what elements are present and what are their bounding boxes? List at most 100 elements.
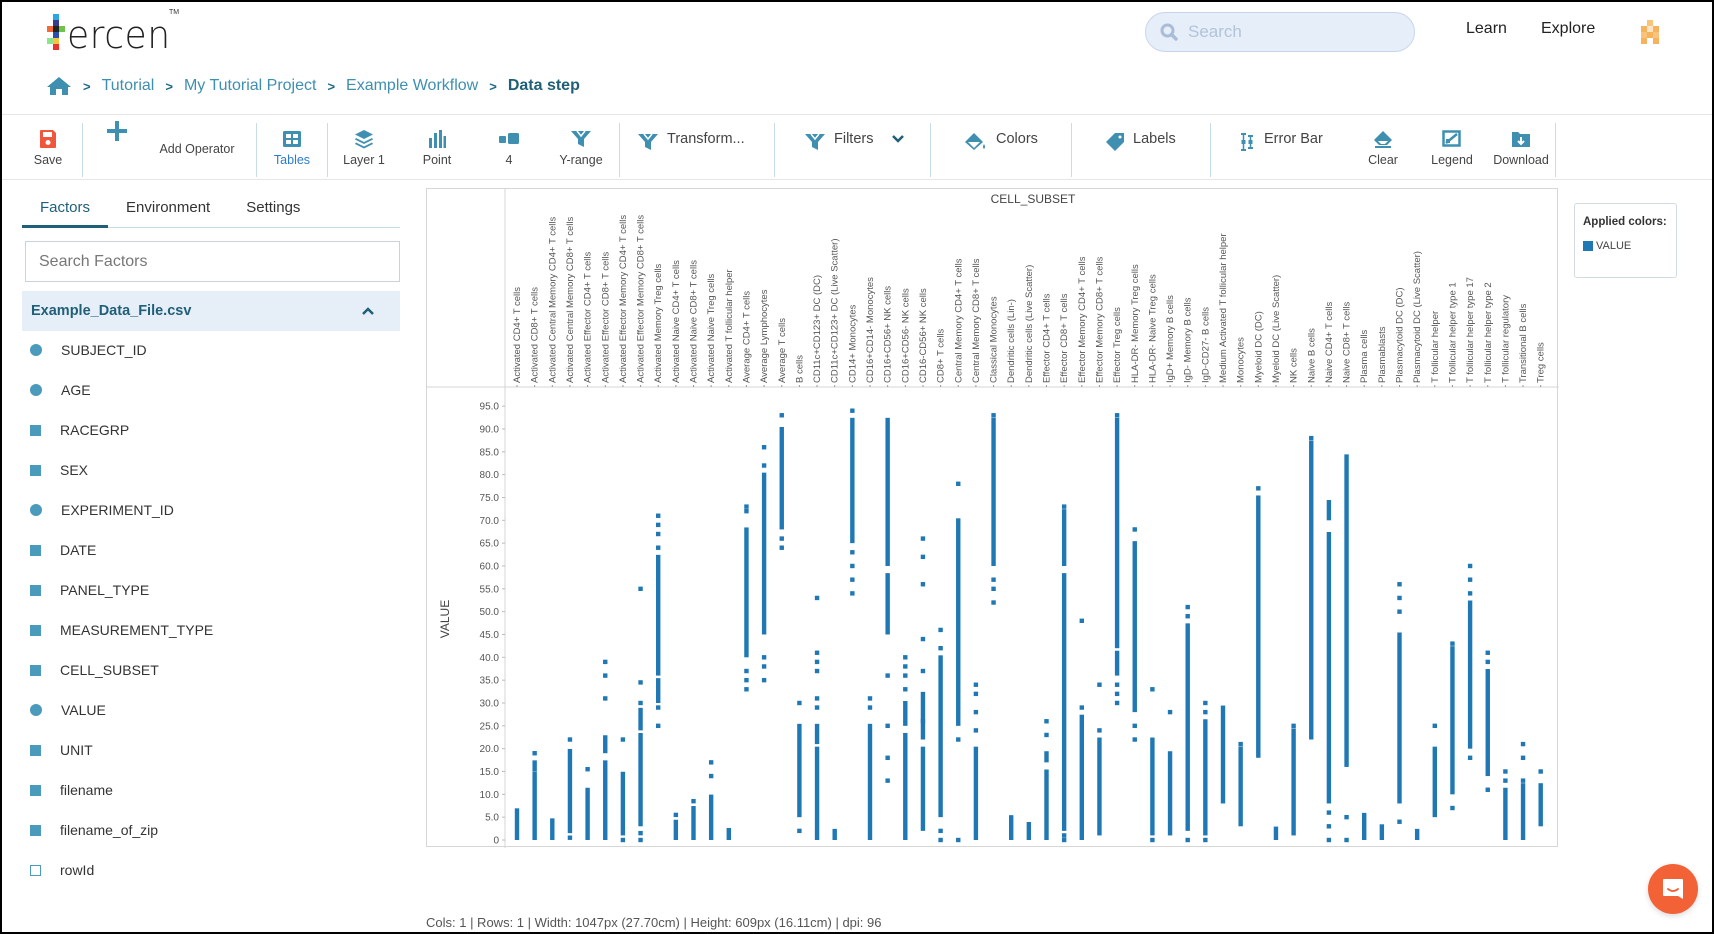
save-button[interactable]: Save <box>32 115 64 179</box>
error-bar-button[interactable]: Error Bar <box>1238 115 1323 179</box>
point-cluster[interactable] <box>938 655 943 818</box>
data-point[interactable] <box>973 691 979 697</box>
data-point[interactable] <box>956 737 961 742</box>
point-cluster[interactable] <box>1344 454 1349 767</box>
point-cluster[interactable] <box>603 735 608 754</box>
point-cluster[interactable] <box>603 760 608 840</box>
data-point[interactable] <box>1256 486 1261 491</box>
point-cluster[interactable] <box>1009 815 1014 840</box>
point-cluster[interactable] <box>1379 824 1385 840</box>
data-point[interactable] <box>1503 778 1508 783</box>
data-point[interactable] <box>1520 755 1526 760</box>
point-cluster[interactable] <box>1520 783 1526 840</box>
data-point[interactable] <box>638 837 643 843</box>
point-cluster[interactable] <box>673 819 679 840</box>
point-cluster[interactable] <box>779 426 784 530</box>
data-point[interactable] <box>1397 582 1402 587</box>
data-point[interactable] <box>920 582 926 587</box>
data-point[interactable] <box>744 668 749 674</box>
point-cluster[interactable] <box>956 518 961 726</box>
data-point[interactable] <box>938 828 943 834</box>
data-point[interactable] <box>991 600 996 605</box>
data-point[interactable] <box>1097 728 1102 733</box>
data-point[interactable] <box>603 673 608 678</box>
data-point[interactable] <box>920 636 926 642</box>
chevron-up-icon[interactable] <box>361 306 375 316</box>
legend-button[interactable]: Legend <box>1430 115 1474 179</box>
data-point[interactable] <box>1097 682 1102 687</box>
data-point[interactable] <box>779 413 784 418</box>
data-point[interactable] <box>1520 741 1526 747</box>
data-point[interactable] <box>1185 614 1190 619</box>
point-cluster[interactable] <box>850 417 855 544</box>
data-point[interactable] <box>603 696 608 701</box>
point-cluster[interactable] <box>567 748 573 834</box>
data-point[interactable] <box>814 668 820 674</box>
point-cluster[interactable] <box>920 746 926 831</box>
breadcrumb-tutorial[interactable]: Tutorial <box>102 77 155 95</box>
data-point[interactable] <box>797 700 802 706</box>
breadcrumb-project[interactable]: My Tutorial Project <box>184 77 316 95</box>
data-point[interactable] <box>1114 413 1120 418</box>
factor-item[interactable]: filename <box>22 770 400 810</box>
point-cluster[interactable] <box>973 746 979 840</box>
data-point[interactable] <box>956 481 961 486</box>
point-cluster[interactable] <box>1503 787 1508 840</box>
data-point[interactable] <box>1397 609 1402 614</box>
data-point[interactable] <box>761 445 767 450</box>
data-point[interactable] <box>1450 805 1455 811</box>
data-point[interactable] <box>797 828 802 834</box>
point-cluster[interactable] <box>532 760 537 772</box>
point-cluster[interactable] <box>991 417 996 566</box>
data-point[interactable] <box>761 655 767 660</box>
data-point[interactable] <box>903 687 908 692</box>
data-point[interactable] <box>761 664 767 669</box>
data-point[interactable] <box>691 798 696 804</box>
data-point[interactable] <box>620 737 626 742</box>
factor-item[interactable]: SUBJECT_ID <box>22 330 400 370</box>
breadcrumb-workflow[interactable]: Example Workflow <box>346 77 478 95</box>
data-point[interactable] <box>656 522 661 528</box>
data-point[interactable] <box>656 513 661 518</box>
data-point[interactable] <box>991 586 996 592</box>
data-point[interactable] <box>761 463 767 468</box>
data-point[interactable] <box>708 773 714 779</box>
data-point[interactable] <box>814 650 820 655</box>
data-point[interactable] <box>991 413 996 418</box>
data-point[interactable] <box>1467 563 1473 569</box>
data-point[interactable] <box>1450 641 1455 646</box>
point-cluster[interactable] <box>1167 751 1173 836</box>
data-point[interactable] <box>1061 833 1067 838</box>
point-cluster[interactable] <box>1414 828 1420 840</box>
data-point[interactable] <box>761 677 767 683</box>
point-cluster[interactable] <box>1203 719 1208 836</box>
point-cluster[interactable] <box>638 732 643 827</box>
data-point[interactable] <box>920 668 926 674</box>
data-point[interactable] <box>1467 577 1473 582</box>
data-point[interactable] <box>1167 709 1173 715</box>
point-cluster[interactable] <box>1185 623 1190 831</box>
point-cluster[interactable] <box>550 818 555 840</box>
data-point[interactable] <box>1150 837 1155 843</box>
data-point[interactable] <box>1238 741 1243 747</box>
point-cluster[interactable] <box>1132 541 1137 713</box>
data-point[interactable] <box>1503 769 1508 774</box>
data-point[interactable] <box>1326 810 1332 815</box>
data-point[interactable] <box>1044 719 1049 724</box>
data-point[interactable] <box>744 677 749 683</box>
data-point[interactable] <box>814 696 820 701</box>
data-point[interactable] <box>885 755 890 760</box>
point-size-button[interactable]: 4 <box>494 115 524 179</box>
point-cluster[interactable] <box>797 723 802 818</box>
nav-explore[interactable]: Explore <box>1541 20 1595 38</box>
global-search-input[interactable] <box>1188 22 1388 42</box>
data-point[interactable] <box>920 719 926 724</box>
data-point[interactable] <box>708 760 714 765</box>
data-point[interactable] <box>744 508 749 514</box>
data-point[interactable] <box>620 837 626 843</box>
point-cluster[interactable] <box>1362 812 1367 840</box>
tercen-logo[interactable]: ercen <box>46 12 176 54</box>
download-button[interactable]: Download <box>1491 115 1551 179</box>
labels-button[interactable]: Labels <box>1105 115 1176 179</box>
data-point[interactable] <box>1309 435 1314 441</box>
